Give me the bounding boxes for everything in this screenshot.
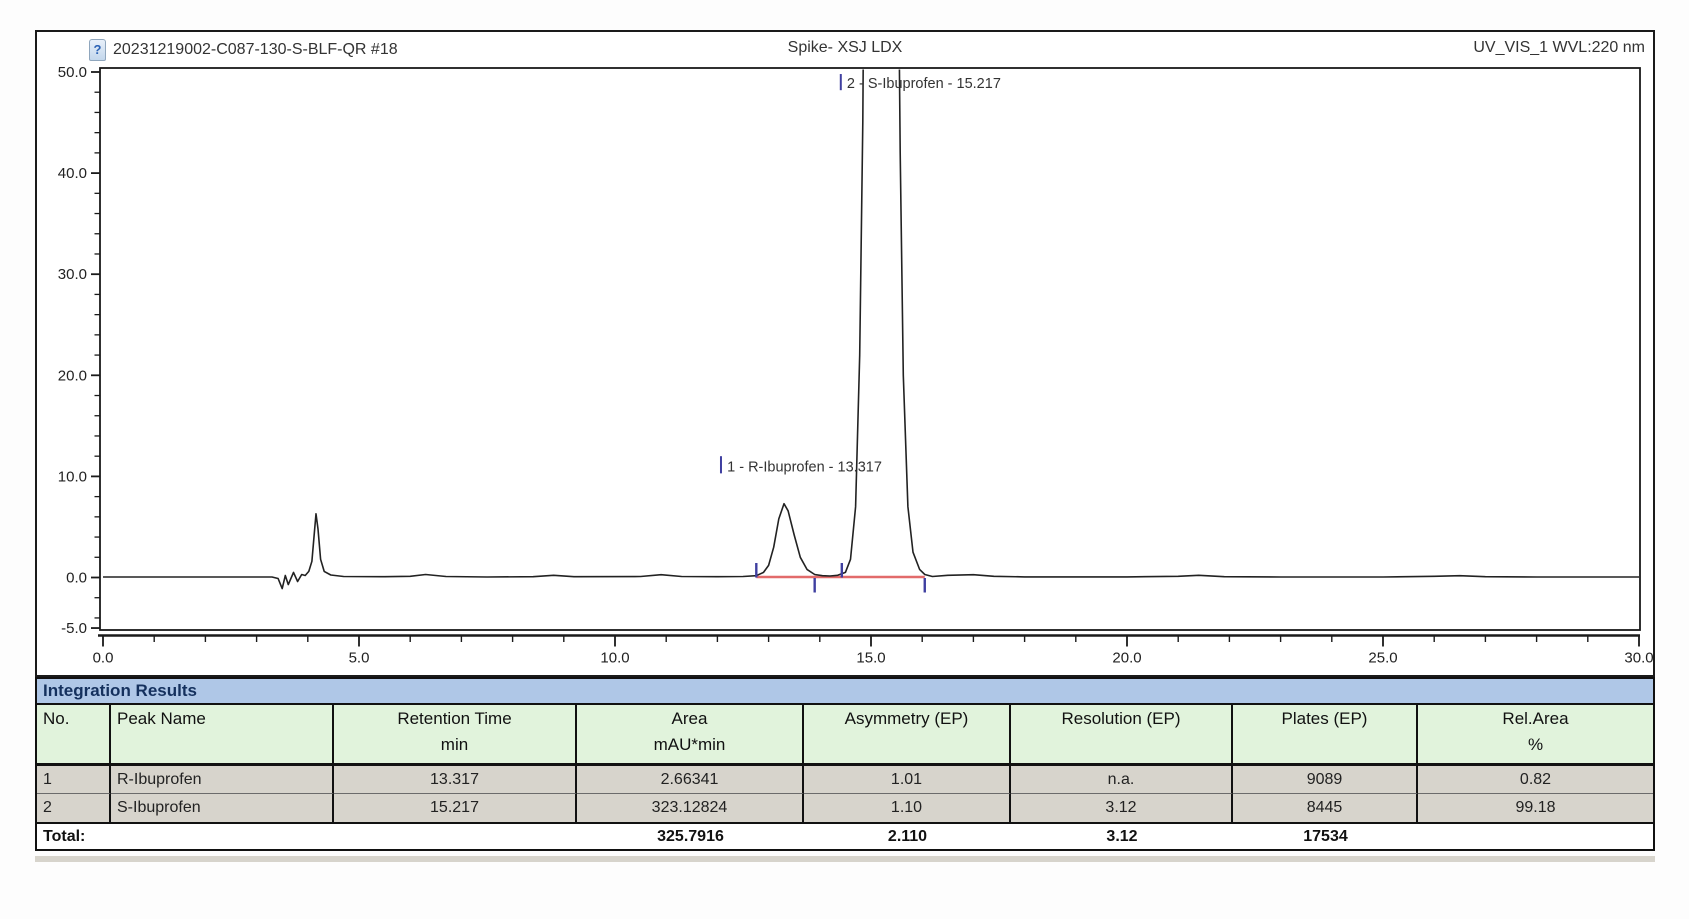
cell-resolution: n.a. [1011, 766, 1233, 794]
peak-label-2: 2 - S-Ibuprofen - 15.217 [847, 76, 1001, 92]
cell-rel-area: 99.18 [1418, 794, 1653, 822]
cell-plates: 8445 [1233, 794, 1418, 822]
cell-plates: 9089 [1233, 766, 1418, 794]
col-header-rel-area: Rel.Area% [1418, 705, 1653, 763]
y-axis-tick-label: 20.0 [58, 367, 87, 384]
col-header-area: AreamAU*min [577, 705, 804, 763]
cell-resolution: 3.12 [1011, 794, 1233, 822]
x-axis-tick-label: 25.0 [1368, 650, 1397, 667]
total-resolution: 3.12 [1011, 824, 1233, 849]
integration-results-table: Integration Results No. Peak Name Retent… [35, 677, 1655, 851]
x-axis-tick-label: 30.0 [1624, 650, 1653, 667]
table-header-row: No. Peak Name Retention Timemin AreamAU*… [37, 705, 1653, 766]
table-bottom-strip [35, 856, 1655, 862]
y-axis-tick-label: 0.0 [66, 570, 87, 587]
y-axis-tick-label: 30.0 [58, 266, 87, 283]
col-header-retention-time: Retention Timemin [334, 705, 577, 763]
y-axis-tick-label: -5.0 [61, 620, 87, 637]
col-header-plates: Plates (EP) [1233, 705, 1418, 763]
col-header-no: No. [37, 705, 111, 763]
chromatogram-panel: Spike- XSJ LDX ? 20231219002-C087-130-S-… [35, 30, 1655, 677]
cell-no: 2 [37, 794, 111, 822]
cell-rel-area: 0.82 [1418, 766, 1653, 794]
col-header-resolution: Resolution (EP) [1011, 705, 1233, 763]
table-row-peak-2: 2 S-Ibuprofen 15.217 323.12824 1.10 3.12… [37, 794, 1653, 822]
peak-label-1: 1 - R-Ibuprofen - 13.317 [727, 459, 882, 475]
chromatogram-plot: 0.0 5.0 10.0 15.0 20.0 25.0 30.0 -5.0 0.0 10.0 20.… [37, 32, 1653, 675]
total-asymmetry: 2.110 [804, 824, 1011, 849]
total-label: Total: [37, 824, 111, 849]
injection-id-group: ? 20231219002-C087-130-S-BLF-QR #18 [89, 39, 398, 61]
total-plates: 17534 [1233, 824, 1418, 849]
cell-peak-name: R-Ibuprofen [111, 766, 334, 794]
table-row-peak-1: 1 R-Ibuprofen 13.317 2.66341 1.01 n.a. 9… [37, 766, 1653, 794]
detector-channel-label: UV_VIS_1 WVL:220 nm [1473, 39, 1645, 57]
cell-peak-name: S-Ibuprofen [111, 794, 334, 822]
cell-asymmetry: 1.01 [804, 766, 1011, 794]
cell-no: 1 [37, 766, 111, 794]
cell-area: 2.66341 [577, 766, 804, 794]
y-axis-tick-label: 10.0 [58, 468, 87, 485]
x-axis-tick-label: 15.0 [856, 650, 885, 667]
cell-area: 323.12824 [577, 794, 804, 822]
chart-header: Spike- XSJ LDX ? 20231219002-C087-130-S-… [37, 32, 1653, 68]
cell-retention: 13.317 [334, 766, 577, 794]
cell-retention: 15.217 [334, 794, 577, 822]
injection-id: 20231219002-C087-130-S-BLF-QR #18 [113, 41, 398, 59]
y-axis-tick-label: 40.0 [58, 165, 87, 182]
x-axis-tick-label: 20.0 [1112, 650, 1141, 667]
chromatogram-report-page: Spike- XSJ LDX ? 20231219002-C087-130-S-… [0, 0, 1689, 919]
cell-asymmetry: 1.10 [804, 794, 1011, 822]
total-area: 325.7916 [577, 824, 804, 849]
injection-vial-icon: ? [89, 39, 106, 61]
plot-area [100, 68, 1640, 630]
x-axis-tick-label: 5.0 [349, 650, 370, 667]
x-axis-tick-label: 0.0 [93, 650, 114, 667]
table-title: Integration Results [37, 679, 1653, 705]
chromatogram-trace [103, 32, 1649, 589]
col-header-peak-name: Peak Name [111, 705, 334, 763]
col-header-asymmetry: Asymmetry (EP) [804, 705, 1011, 763]
x-axis-tick-label: 10.0 [600, 650, 629, 667]
table-total-row: Total: 325.7916 2.110 3.12 17534 [37, 822, 1653, 849]
